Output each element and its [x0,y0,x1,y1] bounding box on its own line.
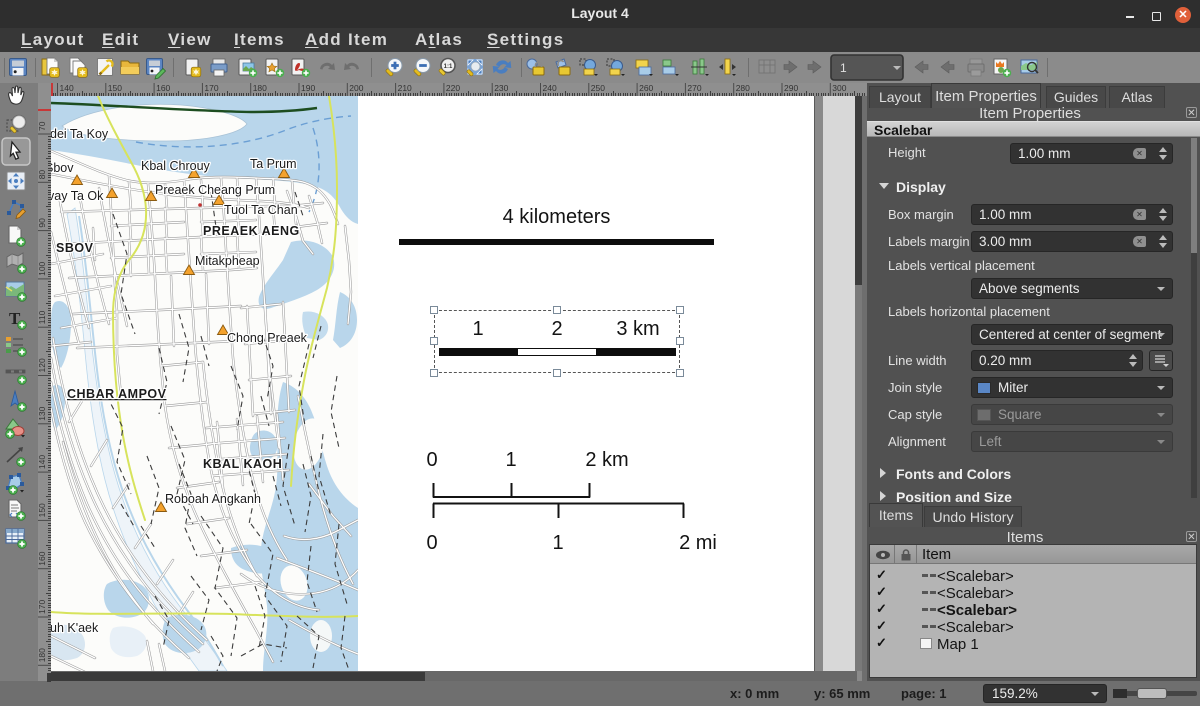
svg-text:180: 180 [253,83,267,93]
svg-text:160: 160 [38,551,47,565]
svg-text:CHBAR AMPOV: CHBAR AMPOV [67,387,167,401]
svg-text:KBAL KAOH: KBAL KAOH [203,457,282,471]
svg-text:100: 100 [38,261,47,275]
svg-text:Mitakpheap: Mitakpheap [195,254,260,268]
svg-text:Kbal Chrouy: Kbal Chrouy [141,159,211,173]
svg-text:150: 150 [108,83,122,93]
svg-text:130: 130 [38,406,47,420]
svg-text:uh K'aek: uh K'aek [51,621,99,635]
svg-text:250: 250 [591,83,605,93]
svg-text:Sbov: Sbov [51,161,74,175]
svg-text:Chong Preaek: Chong Preaek [227,331,308,345]
svg-text:dei Ta Koy: dei Ta Koy [51,127,109,141]
svg-text:270: 270 [687,83,701,93]
svg-text:150: 150 [38,503,47,517]
svg-text:260: 260 [639,83,653,93]
svg-text:70: 70 [38,121,47,131]
svg-text:280: 280 [736,83,750,93]
svg-text:80: 80 [38,170,47,180]
svg-text:Ta Prum: Ta Prum [250,157,297,171]
svg-text:300: 300 [832,83,846,93]
svg-text:110: 110 [38,310,47,324]
svg-text:Preaek Cheang Prum: Preaek Cheang Prum [155,183,275,197]
svg-text:1: 1 [840,61,847,75]
svg-text:Roboah Angkanh: Roboah Angkanh [165,492,261,506]
svg-text:90: 90 [38,218,47,228]
svg-text:170: 170 [38,600,47,614]
svg-text:1:1: 1:1 [444,64,453,70]
svg-text:230: 230 [494,83,508,93]
svg-text:190: 190 [301,83,315,93]
svg-text:200: 200 [349,83,363,93]
svg-text:PREAEK AENG: PREAEK AENG [203,224,300,238]
svg-text:170: 170 [204,83,218,93]
svg-text:160: 160 [156,83,170,93]
svg-text:140: 140 [38,455,47,469]
svg-text:vay Ta Ok: vay Ta Ok [51,189,104,203]
svg-text:Tuol Ta Chan: Tuol Ta Chan [224,203,298,217]
svg-text:220: 220 [446,83,460,93]
svg-text:140: 140 [60,83,74,93]
svg-text:SBOV: SBOV [56,241,94,255]
svg-text:120: 120 [38,358,47,372]
svg-text:210: 210 [398,83,412,93]
svg-text:290: 290 [784,83,798,93]
svg-text:180: 180 [38,648,47,662]
svg-text:240: 240 [543,83,557,93]
